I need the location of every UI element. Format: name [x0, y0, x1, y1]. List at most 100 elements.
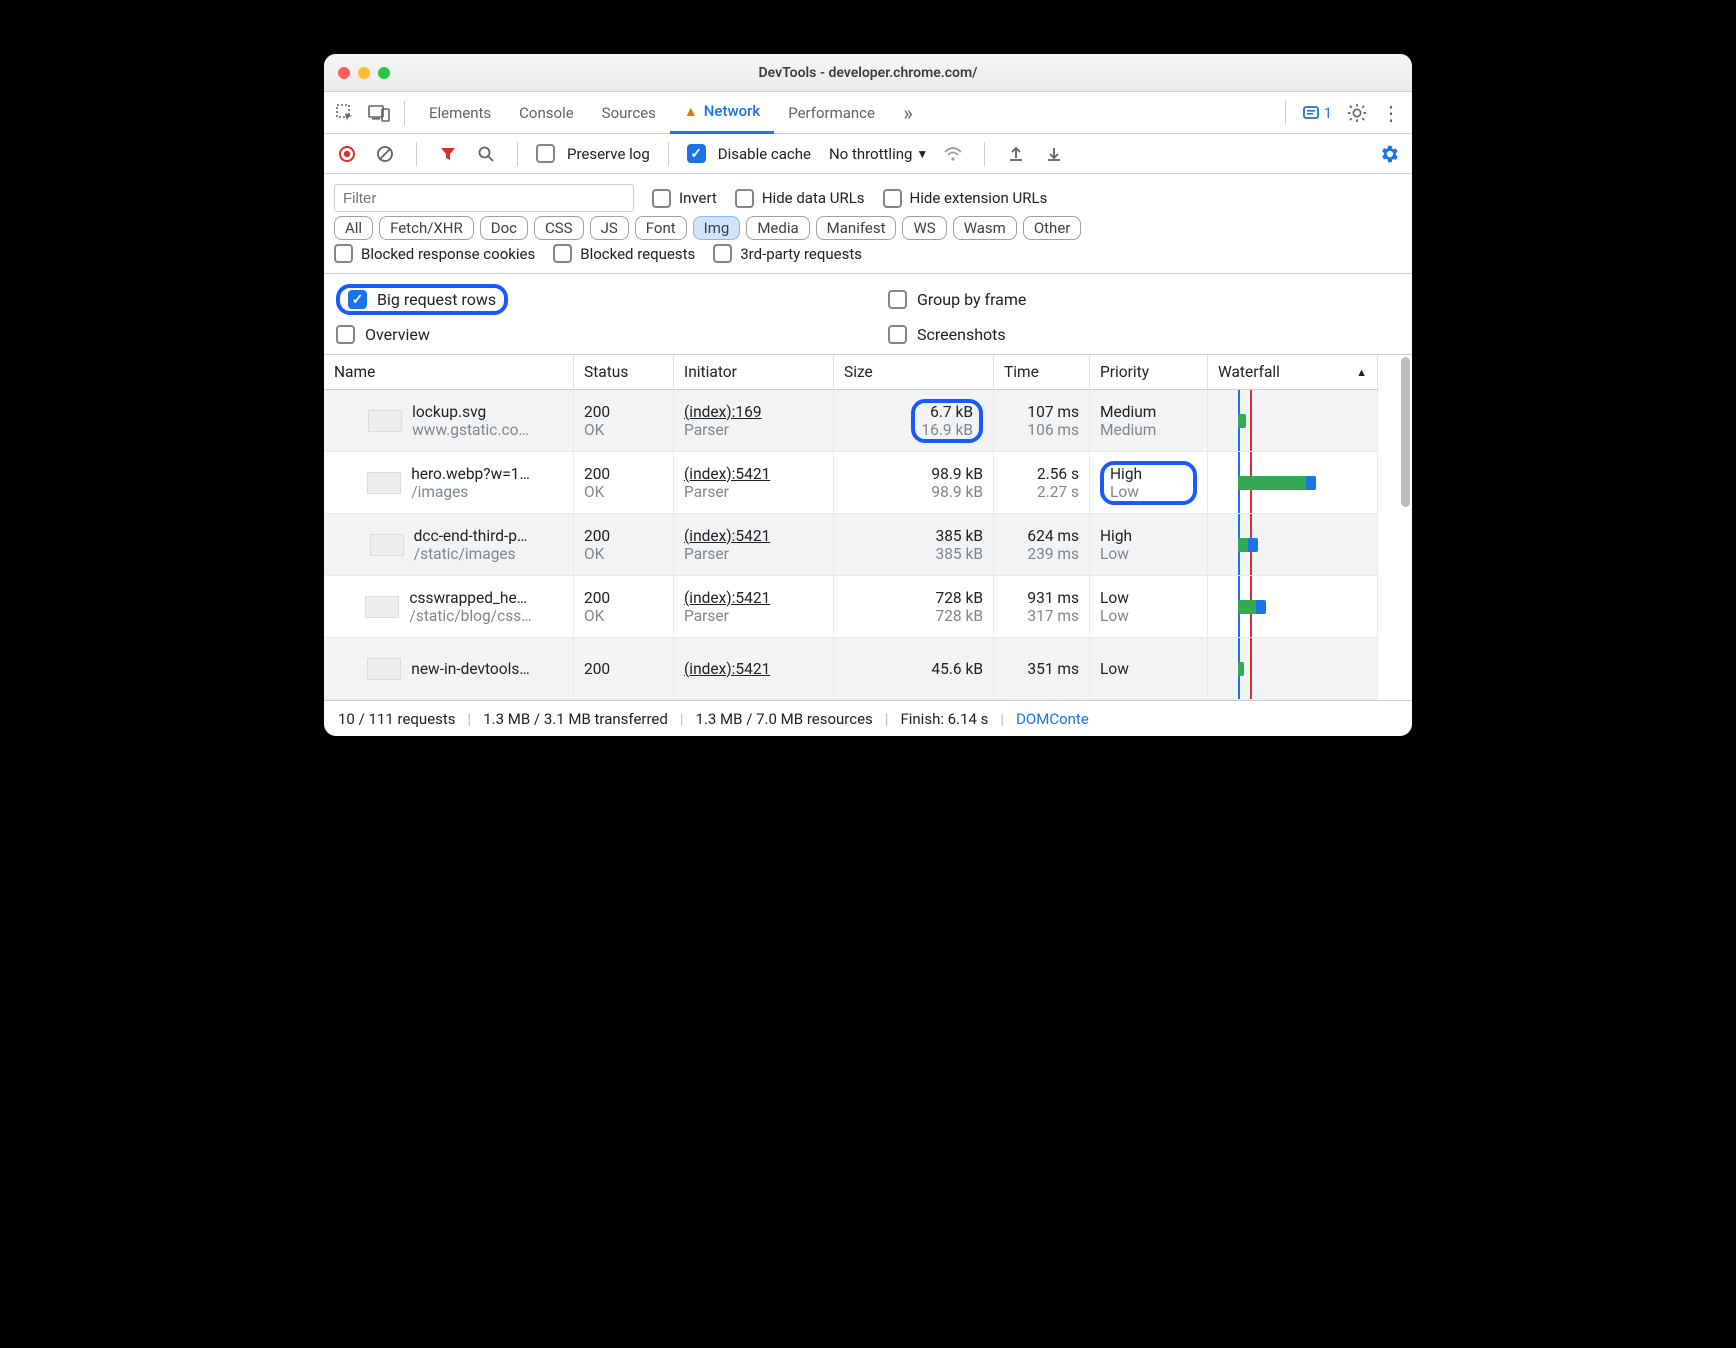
more-tabs-chevron-icon[interactable]: » — [893, 98, 923, 128]
size-annotation: 6.7 kB16.9 kB — [911, 399, 983, 443]
table-cell: 200OK — [574, 576, 674, 638]
tab-performance[interactable]: Performance — [774, 92, 889, 134]
table-cell: 931 ms317 ms — [994, 576, 1090, 638]
blocked-requests-label: Blocked requests — [580, 245, 695, 263]
resource-path: www.gstatic.co… — [412, 421, 529, 439]
column-header-status[interactable]: Status — [574, 355, 674, 390]
type-chip-manifest[interactable]: Manifest — [816, 216, 897, 240]
type-chip-wasm[interactable]: Wasm — [953, 216, 1017, 240]
table-row-name[interactable]: csswrapped_he… /static/blog/css… — [324, 576, 574, 638]
hide-data-urls-label: Hide data URLs — [762, 189, 865, 207]
hide-extension-urls-checkbox[interactable] — [883, 189, 902, 208]
overview-label: Overview — [365, 325, 430, 344]
table-cell: 200OK — [574, 390, 674, 452]
type-chip-ws[interactable]: WS — [902, 216, 946, 240]
resource-thumbnail-icon — [367, 472, 401, 494]
throttling-select[interactable]: No throttling ▼ — [829, 145, 928, 163]
status-domcontentloaded: DOMConte — [1016, 710, 1089, 728]
titlebar: DevTools - developer.chrome.com/ — [324, 54, 1412, 92]
tab-sources[interactable]: Sources — [588, 92, 670, 134]
initiator-link[interactable]: (index):5421Parser — [674, 452, 834, 514]
type-chip-js[interactable]: JS — [590, 216, 629, 240]
resource-name: hero.webp?w=1… — [411, 465, 530, 483]
column-header-name[interactable]: Name — [324, 355, 574, 390]
column-header-initiator[interactable]: Initiator — [674, 355, 834, 390]
close-window-button[interactable] — [338, 67, 350, 79]
priority-cell: HighLow — [1090, 452, 1208, 514]
issues-button[interactable]: 1 — [1296, 104, 1338, 122]
type-chip-css[interactable]: CSS — [534, 216, 584, 240]
group-by-frame-checkbox[interactable] — [888, 290, 907, 309]
column-header-size[interactable]: Size — [834, 355, 994, 390]
tab-console[interactable]: Console — [505, 92, 588, 134]
filter-icon[interactable] — [435, 141, 461, 167]
resource-thumbnail-icon — [365, 596, 399, 618]
column-header-time[interactable]: Time — [994, 355, 1090, 390]
minimize-window-button[interactable] — [358, 67, 370, 79]
type-chip-font[interactable]: Font — [635, 216, 687, 240]
screenshots-checkbox[interactable] — [888, 325, 907, 344]
type-chip-all[interactable]: All — [334, 216, 373, 240]
disable-cache-checkbox[interactable] — [687, 144, 706, 163]
preserve-log-checkbox[interactable] — [536, 144, 555, 163]
tab-label: Sources — [602, 104, 656, 122]
type-chip-media[interactable]: Media — [746, 216, 809, 240]
table-cell: 200 — [574, 638, 674, 700]
resource-name: dcc-end-third-p… — [414, 527, 528, 545]
table-row-name[interactable]: lockup.svg www.gstatic.co… — [324, 390, 574, 452]
table-row-name[interactable]: dcc-end-third-p… /static/images — [324, 514, 574, 576]
download-har-icon[interactable] — [1041, 141, 1067, 167]
table-cell: 200OK — [574, 514, 674, 576]
hide-data-urls-checkbox[interactable] — [735, 189, 754, 208]
resource-thumbnail-icon — [368, 410, 402, 432]
overview-checkbox[interactable] — [336, 325, 355, 344]
status-bar: 10 / 111 requests | 1.3 MB / 3.1 MB tran… — [324, 700, 1412, 736]
third-party-checkbox[interactable] — [713, 244, 732, 263]
requests-table: NameStatusInitiatorSizeTimePriorityWater… — [324, 355, 1412, 700]
table-row-name[interactable]: new-in-devtools… — [324, 638, 574, 700]
warning-icon: ▲ — [684, 103, 698, 120]
device-toolbar-icon[interactable] — [364, 98, 394, 128]
inspect-icon[interactable] — [330, 98, 360, 128]
record-button[interactable] — [334, 141, 360, 167]
zoom-window-button[interactable] — [378, 67, 390, 79]
type-chip-doc[interactable]: Doc — [480, 216, 528, 240]
upload-har-icon[interactable] — [1003, 141, 1029, 167]
size-cell: 45.6 kB — [834, 638, 994, 700]
type-chip-fetchxhr[interactable]: Fetch/XHR — [379, 216, 474, 240]
filter-input[interactable] — [334, 184, 634, 212]
waterfall-cell — [1208, 390, 1378, 452]
table-cell: 200OK — [574, 452, 674, 514]
clear-button[interactable] — [372, 141, 398, 167]
type-chip-other[interactable]: Other — [1023, 216, 1082, 240]
initiator-link[interactable]: (index):5421 — [674, 638, 834, 700]
search-icon[interactable] — [473, 141, 499, 167]
table-cell: 624 ms239 ms — [994, 514, 1090, 576]
tab-network[interactable]: ▲Network — [670, 92, 774, 134]
tab-elements[interactable]: Elements — [415, 92, 505, 134]
network-conditions-icon[interactable] — [940, 141, 966, 167]
invert-checkbox[interactable] — [652, 189, 671, 208]
network-settings-gear-icon[interactable] — [1376, 141, 1402, 167]
preserve-log-label: Preserve log — [567, 145, 650, 163]
initiator-link[interactable]: (index):5421Parser — [674, 514, 834, 576]
chevron-down-icon: ▼ — [916, 147, 928, 161]
table-row-name[interactable]: hero.webp?w=1… /images — [324, 452, 574, 514]
settings-gear-icon[interactable] — [1342, 98, 1372, 128]
type-chip-img[interactable]: Img — [693, 216, 741, 240]
initiator-link[interactable]: (index):169Parser — [674, 390, 834, 452]
big-rows-checkbox[interactable] — [348, 290, 367, 309]
disable-cache-label: Disable cache — [718, 145, 811, 163]
kebab-menu-icon[interactable]: ⋮ — [1376, 98, 1406, 128]
filter-bar: Invert Hide data URLs Hide extension URL… — [324, 174, 1412, 274]
priority-cell: MediumMedium — [1090, 390, 1208, 452]
column-header-priority[interactable]: Priority — [1090, 355, 1208, 390]
size-cell: 728 kB728 kB — [834, 576, 994, 638]
invert-label: Invert — [679, 189, 717, 207]
blocked-cookies-checkbox[interactable] — [334, 244, 353, 263]
column-header-waterfall[interactable]: Waterfall▲ — [1208, 355, 1378, 390]
waterfall-cell — [1208, 638, 1378, 700]
initiator-link[interactable]: (index):5421Parser — [674, 576, 834, 638]
blocked-requests-checkbox[interactable] — [553, 244, 572, 263]
resource-thumbnail-icon — [370, 534, 404, 556]
